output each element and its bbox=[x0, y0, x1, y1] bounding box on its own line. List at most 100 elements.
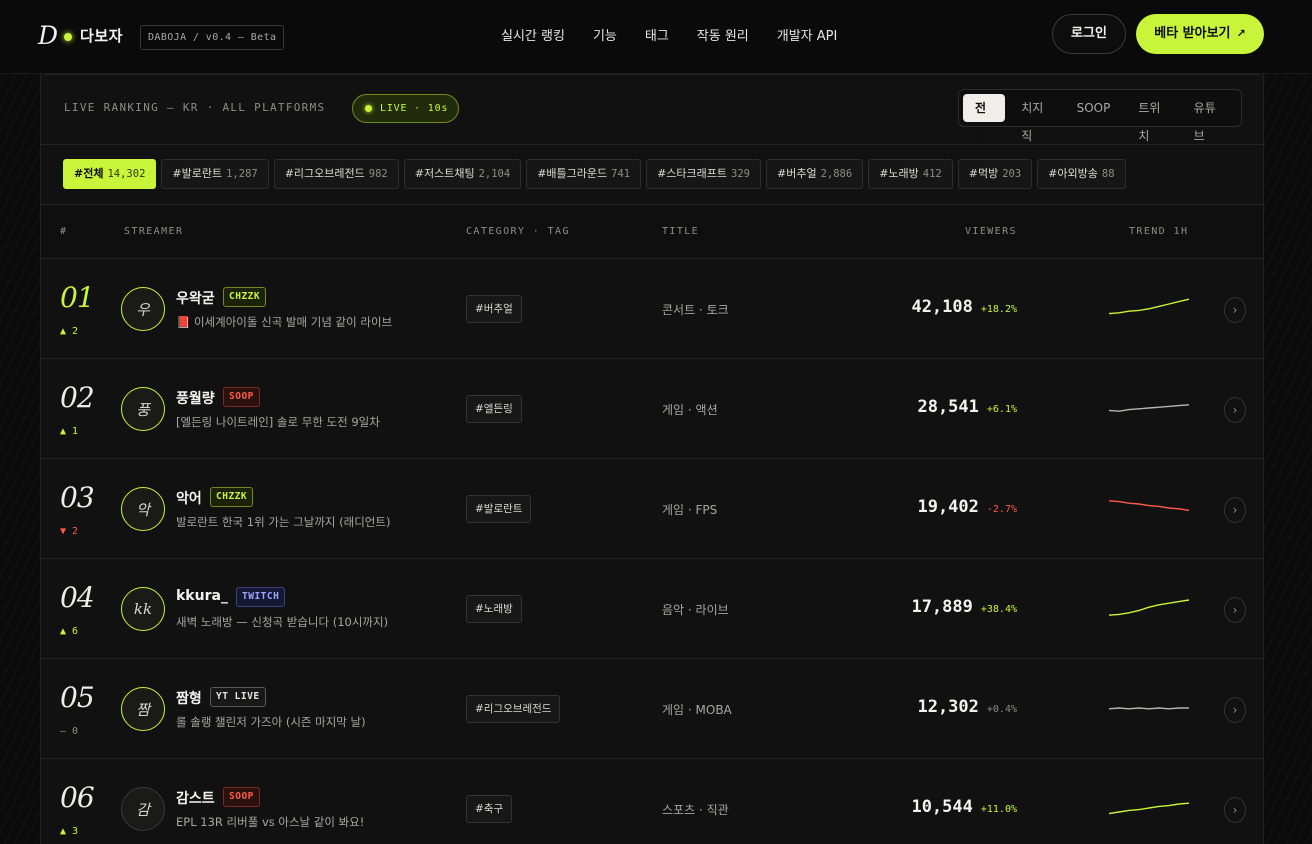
viewer-stats: 17,889 +38.4% bbox=[911, 597, 1017, 617]
column-title: TITLE bbox=[662, 226, 700, 237]
streamer-name[interactable]: 풍월량 bbox=[176, 388, 215, 408]
column-streamer[interactable]: STREAMER bbox=[124, 226, 183, 237]
tag-chip-label: #먹방 bbox=[968, 167, 999, 180]
avatar[interactable]: kk bbox=[121, 587, 165, 631]
tag-chip[interactable]: #리그오브레전드 982 bbox=[273, 159, 399, 189]
tag-chip[interactable]: #버추얼 2,886 bbox=[766, 159, 864, 189]
trend-sparkline bbox=[1108, 707, 1189, 710]
open-row-chevron-icon[interactable]: › bbox=[1224, 497, 1246, 523]
avatar[interactable]: 감 bbox=[121, 787, 165, 831]
tag-chip[interactable]: #배틀그라운드 741 bbox=[526, 159, 642, 189]
tag-chip[interactable]: #먹방 203 bbox=[957, 159, 1033, 189]
tag-chip-count: 2,104 bbox=[478, 168, 511, 180]
tag-chip-count: 203 bbox=[1002, 168, 1022, 180]
table-row[interactable]: 01 ▲ 2 우 우왁굳 CHZZK 📕 이세계아이돌 신곡 발매 기념 같이 라이브 #버… bbox=[41, 259, 1263, 359]
trend-line bbox=[1108, 599, 1190, 616]
stream-title: EPL 13R 리버풀 vs 아스날 같이 봐요! bbox=[176, 815, 365, 829]
avatar[interactable]: 악 bbox=[121, 487, 165, 531]
nav-features[interactable]: 기능 bbox=[593, 25, 617, 44]
platform-badge: CHZZK bbox=[210, 487, 254, 507]
streamer-name[interactable]: 감스트 bbox=[176, 788, 215, 808]
avatar[interactable]: 우 bbox=[121, 287, 165, 331]
avatar[interactable]: 풍 bbox=[121, 387, 165, 431]
nav-developer-api[interactable]: 개발자 API bbox=[777, 25, 838, 44]
category-tag[interactable]: #노래방 bbox=[466, 595, 522, 623]
open-row-chevron-icon[interactable]: › bbox=[1224, 397, 1246, 423]
tag-chip[interactable]: #아외방송 88 bbox=[1037, 159, 1126, 189]
streamer-name[interactable]: kkura_ bbox=[176, 588, 228, 604]
tag-chip[interactable]: #저스트채팅 2,104 bbox=[403, 159, 522, 189]
viewer-count: 12,302 bbox=[917, 697, 979, 717]
category-tag[interactable]: #엘든링 bbox=[466, 395, 522, 423]
rank-change: ▲ 1 bbox=[60, 426, 79, 437]
tag-chip[interactable]: #스타크래프트 329 bbox=[646, 159, 761, 189]
genre-label: 음악 · 라이브 bbox=[662, 603, 729, 617]
column-rank: # bbox=[60, 226, 68, 237]
open-row-chevron-icon[interactable]: › bbox=[1224, 297, 1246, 323]
rank-change: ▲ 2 bbox=[60, 326, 79, 337]
version-badge: DABOJA / v0.4 — Beta bbox=[140, 25, 285, 50]
column-trend: TREND 1H bbox=[1129, 226, 1189, 237]
rank-number: 03 bbox=[60, 481, 95, 514]
viewer-change: +6.1% bbox=[986, 404, 1017, 415]
nav-how-it-works[interactable]: 작동 원리 bbox=[697, 25, 749, 44]
trend-sparkline bbox=[1108, 404, 1190, 412]
table-row[interactable]: 04 ▲ 6 kk kkura_ TWITCH 새벽 노래방 — 신청곡 받습니다 (10… bbox=[41, 559, 1263, 659]
streamer-name[interactable]: 악어 bbox=[176, 488, 202, 508]
rank-number: 01 bbox=[60, 281, 95, 314]
stream-title: [엘든링 나이트레인] 솔로 무한 도전 9일차 bbox=[176, 415, 380, 429]
platform-badge: CHZZK bbox=[223, 287, 267, 307]
platform-filter-3[interactable]: 트위치 bbox=[1126, 94, 1177, 143]
tag-chip-count: 329 bbox=[731, 168, 750, 180]
viewer-count: 19,402 bbox=[917, 497, 979, 517]
viewer-change: +38.4% bbox=[980, 604, 1017, 615]
genre-label: 게임 · MOBA bbox=[662, 703, 732, 717]
tag-chip-label: #저스트채팅 bbox=[414, 167, 475, 180]
category-tag[interactable]: #리그오브레전드 bbox=[466, 695, 561, 723]
column-viewers[interactable]: VIEWERS bbox=[965, 226, 1017, 237]
live-dot-icon bbox=[365, 105, 372, 112]
platform-filter-0[interactable]: 전체 bbox=[963, 94, 1006, 143]
streamer-name[interactable]: 우왁굳 bbox=[176, 288, 215, 308]
table-row[interactable]: 06 ▲ 3 감 감스트 SOOP EPL 13R 리버풀 vs 아스날 같이 봐요! #축… bbox=[41, 759, 1263, 844]
table-row[interactable]: 05 – 0 짬 짬형 YT LIVE 롤 솔랭 챌린저 가즈아 (시즌 마지막 날) #리… bbox=[41, 659, 1263, 759]
trend-sparkline bbox=[1108, 802, 1190, 815]
login-button[interactable]: 로그인 bbox=[1052, 14, 1126, 54]
viewer-change: +0.4% bbox=[986, 704, 1017, 715]
brand-logo[interactable]: D 다보자 bbox=[38, 17, 123, 53]
rank-number: 05 bbox=[60, 681, 95, 714]
tag-chip[interactable]: #발로란트 1,287 bbox=[161, 159, 269, 189]
avatar[interactable]: 짬 bbox=[121, 687, 165, 731]
open-row-chevron-icon[interactable]: › bbox=[1224, 697, 1246, 723]
rank-change: – 0 bbox=[60, 726, 79, 737]
nav-live-ranking[interactable]: 실시간 랭킹 bbox=[501, 25, 565, 44]
open-row-chevron-icon[interactable]: › bbox=[1224, 597, 1246, 623]
table-row[interactable]: 03 ▼ 2 악 악어 CHZZK 발로란트 한국 1위 가는 그날까지 (래디언트) #발… bbox=[41, 459, 1263, 559]
category-tag[interactable]: #축구 bbox=[466, 795, 513, 823]
open-row-chevron-icon[interactable]: › bbox=[1224, 797, 1246, 823]
get-beta-button[interactable]: 베타 받아보기 ↗ bbox=[1136, 14, 1264, 54]
streamer-name[interactable]: 짬형 bbox=[176, 688, 202, 708]
viewer-stats: 10,544 +11.0% bbox=[911, 797, 1017, 817]
platform-filter-1[interactable]: 치지직 bbox=[1009, 94, 1060, 143]
tag-chip[interactable]: #전체 14,302 bbox=[63, 159, 157, 189]
stream-title: 새벽 노래방 — 신청곡 받습니다 (10시까지) bbox=[176, 615, 389, 629]
platform-filter-4[interactable]: 유튜브 bbox=[1182, 94, 1233, 143]
column-category[interactable]: CATEGORY · TAG bbox=[466, 226, 570, 237]
platform-badge: YT LIVE bbox=[210, 687, 266, 707]
viewer-count: 28,541 bbox=[917, 397, 979, 417]
viewer-stats: 12,302 +0.4% bbox=[917, 697, 1017, 717]
table-row[interactable]: 02 ▲ 1 풍 풍월량 SOOP [엘든링 나이트레인] 솔로 무한 도전 9일차 #엘든… bbox=[41, 359, 1263, 459]
tag-chip[interactable]: #노래방 412 bbox=[868, 159, 953, 189]
rank-change: ▲ 6 bbox=[60, 626, 79, 637]
viewer-change: -2.7% bbox=[986, 504, 1017, 515]
trend-sparkline bbox=[1108, 298, 1190, 315]
category-tag[interactable]: #발로란트 bbox=[466, 495, 532, 523]
tag-chip-count: 412 bbox=[922, 168, 942, 180]
tag-chip-label: #아외방송 bbox=[1048, 167, 1098, 180]
category-tag[interactable]: #버추얼 bbox=[466, 295, 522, 323]
platform-filter-2[interactable]: SOOP bbox=[1065, 94, 1123, 122]
tag-chip-list: #전체 14,302 #발로란트 1,287 #리그오브레전드 982 #저스트채팅 2,10… bbox=[63, 159, 1131, 189]
nav-tags[interactable]: 태그 bbox=[645, 25, 669, 44]
platform-badge: SOOP bbox=[223, 787, 260, 807]
